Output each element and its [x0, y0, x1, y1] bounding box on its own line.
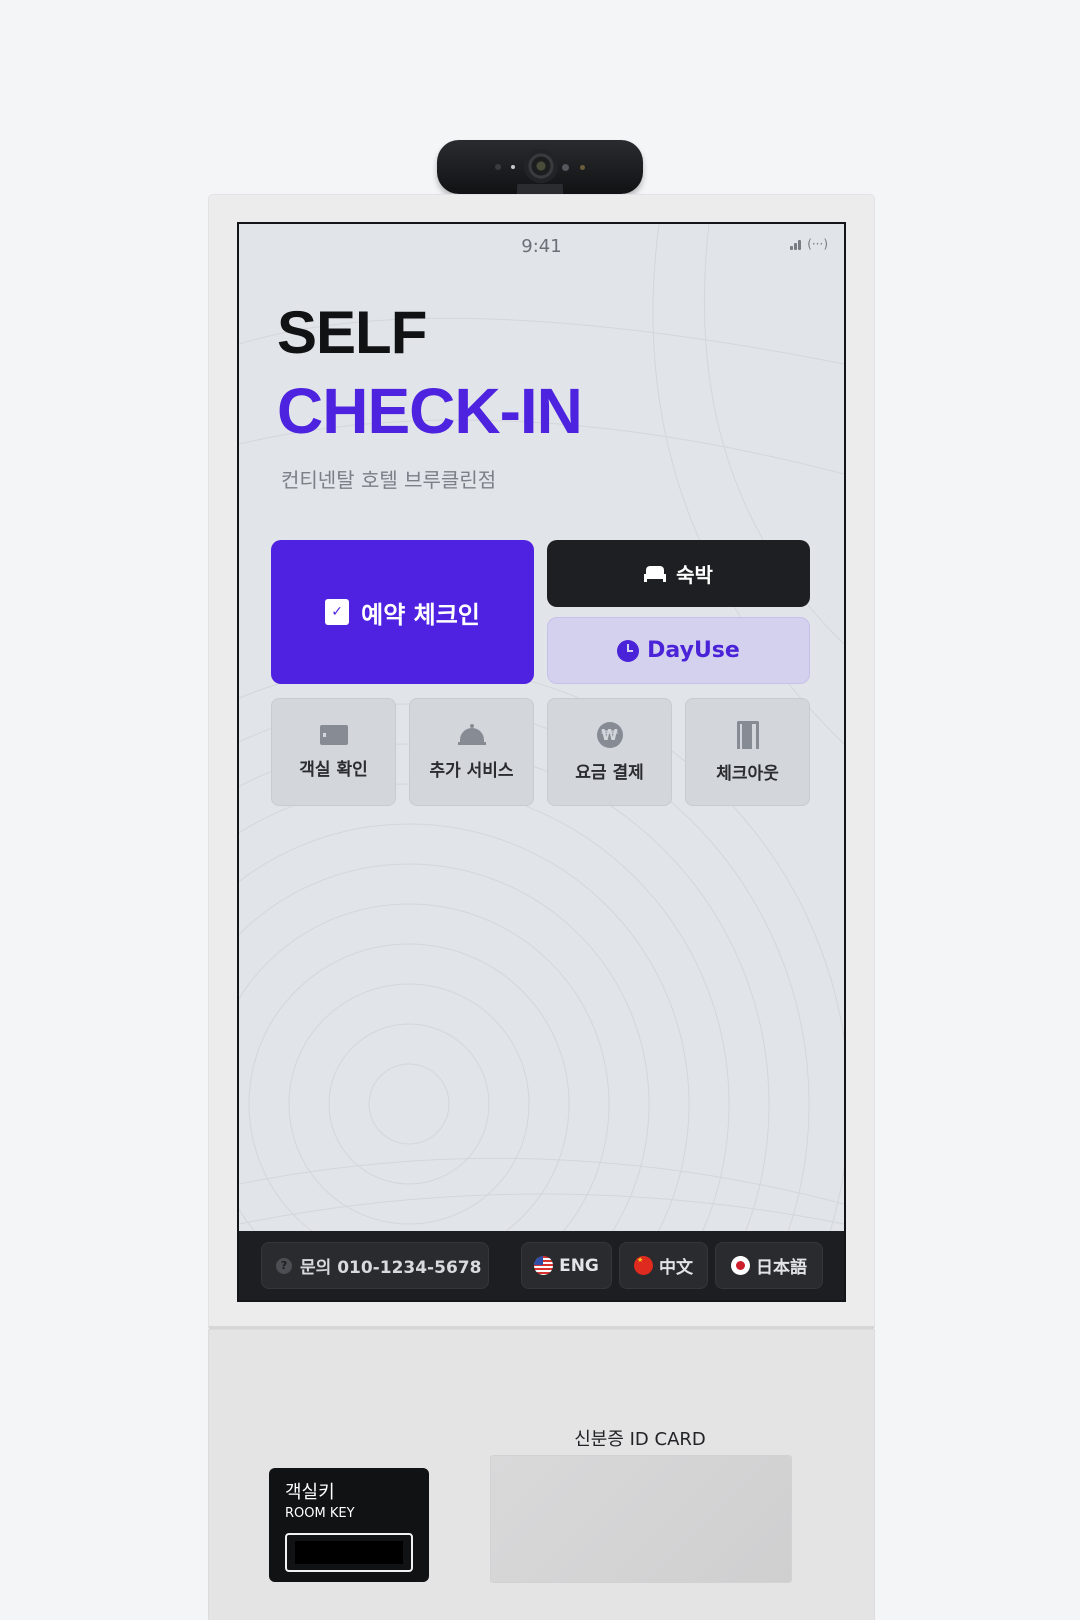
contact-label: 문의 010-1234-5678 [300, 1258, 482, 1278]
room-key-slot[interactable] [285, 1533, 413, 1572]
page-title-line2: CHECK-IN [277, 375, 583, 447]
extra-service-label: 추가 서비스 [429, 760, 514, 781]
stay-button[interactable]: 숙박 [547, 540, 810, 607]
room-key-label-kor: 객실키 [285, 1482, 335, 1503]
camera-sensor-dot [495, 164, 501, 170]
payment-label: 요금 결제 [575, 762, 644, 783]
signal-icon [790, 240, 802, 250]
room-check-label: 객실 확인 [299, 759, 368, 780]
us-flag-icon [534, 1256, 554, 1275]
contact-button[interactable]: ? 문의 010-1234-5678 [261, 1242, 489, 1289]
clipboard-check-icon: ✓ [325, 599, 350, 625]
camera-lens-icon [524, 149, 558, 183]
door-icon [736, 720, 759, 749]
room-key-label-eng: ROOM KEY [285, 1506, 355, 1521]
id-card-label: 신분증 ID CARD [574, 1429, 706, 1450]
page-title-line1: SELF [277, 299, 427, 366]
camera-led-dot [511, 165, 515, 169]
won-icon: ₩ [596, 721, 623, 748]
language-japanese-button[interactable]: 日本語 [715, 1242, 823, 1289]
extra-service-button[interactable]: 추가 서비스 [409, 698, 534, 806]
china-flag-icon [634, 1256, 653, 1275]
dayuse-label: DayUse [647, 638, 740, 663]
kiosk-camera [437, 140, 643, 196]
camera-sensor-dot [562, 164, 569, 171]
help-icon: ? [276, 1257, 292, 1274]
clock-icon [617, 639, 640, 662]
status-icons: (···) [790, 238, 828, 250]
checkout-button[interactable]: 체크아웃 [685, 698, 810, 806]
screen-footer: ? 문의 010-1234-5678 ENG 中文 日本語 [239, 1231, 844, 1300]
id-card-scanner[interactable] [491, 1456, 791, 1582]
payment-button[interactable]: ₩ 요금 결제 [547, 698, 672, 806]
japan-flag-icon [731, 1256, 750, 1275]
status-time: 9:41 [521, 236, 562, 257]
room-check-button[interactable]: 객실 확인 [271, 698, 396, 806]
hotel-name: 컨티넨탈 호텔 브루클린점 [281, 468, 497, 492]
language-label: ENG [559, 1255, 599, 1276]
camera-sensor-dot [580, 165, 585, 170]
bed-icon [644, 565, 667, 582]
language-chinese-button[interactable]: 中文 [619, 1242, 708, 1289]
reservation-checkin-button[interactable]: ✓ 예약 체크인 [271, 540, 534, 684]
stay-label: 숙박 [676, 563, 713, 587]
checkout-label: 체크아웃 [716, 763, 779, 784]
kiosk-screen: 9:41 (···) SELF CHECK-IN 컨티넨탈 호텔 브루클린점 ✓… [237, 222, 846, 1302]
dayuse-button[interactable]: DayUse [547, 617, 810, 684]
room-key-dispenser: 객실키 ROOM KEY [269, 1468, 429, 1582]
language-eng-button[interactable]: ENG [521, 1242, 612, 1289]
key-card-icon [319, 724, 348, 745]
service-bell-icon [457, 723, 486, 746]
language-label: 中文 [659, 1258, 693, 1278]
reservation-checkin-label: 예약 체크인 [361, 600, 480, 629]
language-label: 日本語 [756, 1258, 807, 1278]
wifi-icon: (···) [807, 237, 828, 251]
